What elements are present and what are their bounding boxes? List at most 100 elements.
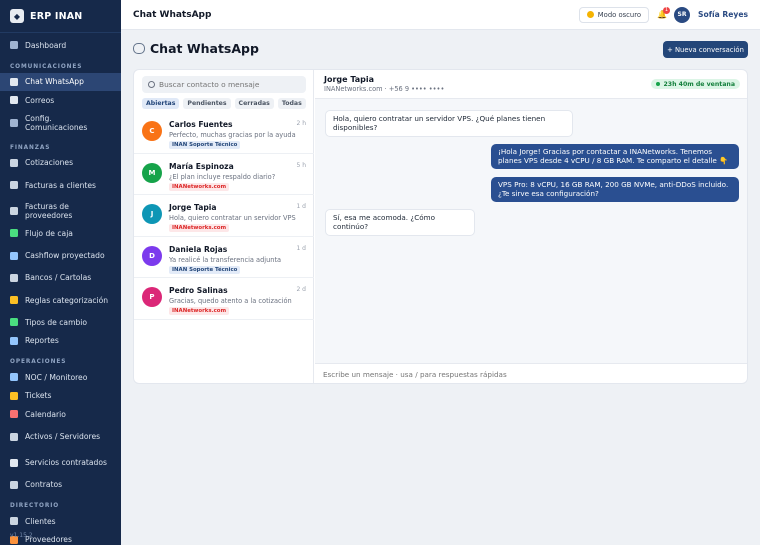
filter-chip-cerradas[interactable]: Cerradas	[234, 98, 274, 109]
sidebar-item-label: Reportes	[25, 336, 59, 346]
antenna-icon	[10, 373, 18, 382]
report-icon	[10, 336, 18, 345]
calendar-icon	[10, 410, 18, 419]
bell-icon[interactable]: 🔔 1	[657, 7, 671, 19]
incoming-message: Hola, quiero contratar un servidor VPS. …	[325, 110, 573, 138]
bank-icon	[10, 273, 18, 282]
page-title: Chat WhatsApp	[133, 41, 259, 56]
conversation-time: 1 d	[296, 244, 306, 252]
channel-tag: INANetworks.com	[169, 224, 230, 232]
channel-tag: INAN Soporte Técnico	[169, 265, 241, 274]
sidebar-item-noc-monitoreo[interactable]: NOC / Monitoreo	[0, 368, 121, 387]
sidebar-item-label: Bancos / Cartolas	[25, 273, 92, 283]
cloud-icon	[10, 458, 18, 467]
sidebar-item-facturas-a-clientes[interactable]: Facturas a clientes	[0, 172, 121, 198]
sidebar-item-label: Clientes	[25, 516, 56, 526]
sidebar-item-activos-servidores[interactable]: Activos / Servidores	[0, 424, 121, 450]
conversation-preview: Ya realicé la transferencia adjunta	[169, 255, 282, 264]
sidebar-item-dashboard[interactable]: Dashboard	[0, 36, 121, 55]
dark-mode-button[interactable]: Modo oscuro	[578, 6, 650, 23]
chat-icon	[10, 77, 18, 86]
conversation-item[interactable]: M María Espinoza 5 h ¿El plan incluye respa…	[134, 154, 314, 195]
channel-tag: INAN Soporte Técnico	[169, 141, 241, 149]
brand[interactable]: ◆ ERP INAN	[0, 0, 121, 33]
document-icon	[10, 158, 18, 167]
conversation-time: 1 d	[296, 203, 306, 210]
sidebar-item-label: Correos	[25, 95, 55, 105]
conversation-name: María Espinoza	[169, 161, 234, 171]
conversation-preview: Hola, quiero contratar un servidor VPS	[169, 214, 296, 222]
sidebar-item-chat-whatsapp[interactable]: Chat WhatsApp	[0, 72, 121, 91]
topbar: Chat WhatsApp Modo oscuro 🔔 1 SR Sofía R…	[121, 0, 760, 30]
sidebar-item-correos[interactable]: Correos	[0, 91, 121, 110]
sidebar-item-bancos-cartolas[interactable]: Bancos / Cartolas	[0, 269, 121, 288]
sidebar-item-clientes[interactable]: Clientes	[0, 512, 121, 531]
chart-icon	[10, 41, 18, 50]
avatar: P	[142, 287, 162, 307]
chat-header: Jorge Tapia INANetworks.com · +56 9 ••••…	[315, 70, 747, 99]
conversation-time: 5 h	[296, 161, 306, 169]
moon-icon	[586, 11, 594, 18]
sidebar-item-label: Dashboard	[25, 40, 67, 50]
sidebar-item-label: Facturas a clientes	[25, 180, 96, 190]
user-name[interactable]: Sofía Reyes	[698, 10, 748, 19]
filter-chip-pendientes[interactable]: Pendientes	[183, 98, 231, 109]
search-input[interactable]	[159, 80, 299, 89]
speech-bubble-icon	[133, 43, 145, 54]
sidebar-item-cotizaciones[interactable]: Cotizaciones	[0, 154, 121, 173]
sidebar-item-label: Tipos de cambio	[25, 317, 88, 327]
conversation-name: Jorge Tapia	[169, 203, 217, 212]
sidebar-item-tipos-de-cambio[interactable]: Tipos de cambio	[0, 313, 121, 332]
sidebar-item-label: Reglas categorización	[25, 295, 109, 305]
conversation-name: Pedro Salinas	[169, 286, 228, 295]
new-conversation-button[interactable]: + Nueva conversación	[663, 41, 748, 58]
gear-icon	[10, 118, 18, 127]
contact-subtitle: INANetworks.com · +56 9 •••• ••••	[324, 85, 445, 93]
conversation-item[interactable]: P Pedro Salinas 2 d Gracias, quedo atento a…	[134, 278, 314, 320]
sidebar-item-label: Cotizaciones	[25, 158, 74, 168]
avatar[interactable]: SR	[674, 6, 691, 23]
topbar-actions: Modo oscuro 🔔 1 SR Sofía Reyes	[578, 6, 748, 23]
channel-tag: INANetworks.com	[169, 182, 230, 191]
sidebar-item-facturas-de-proveedores[interactable]: Facturas de proveedores	[0, 198, 121, 224]
search-box[interactable]	[142, 76, 306, 93]
search-icon	[148, 81, 155, 88]
contact-name: Jorge Tapia	[324, 75, 375, 84]
sidebar-item-label: Activos / Servidores	[25, 432, 101, 441]
conversation-preview: Perfecto, muchas gracias por la ayuda	[169, 131, 296, 139]
sidebar-item-label: NOC / Monitoreo	[25, 372, 88, 382]
sidebar-item-tickets[interactable]: Tickets	[0, 387, 121, 406]
sidebar-item-reglas-categorizaci-n[interactable]: Reglas categorización	[0, 287, 121, 313]
outgoing-message: VPS Pro: 8 vCPU, 16 GB RAM, 200 GB NVMe,…	[491, 177, 739, 203]
avatar: D	[142, 245, 162, 266]
sidebar-item-servicios-contratados[interactable]: Servicios contratados	[0, 450, 121, 476]
sidebar-item-contratos[interactable]: Contratos	[0, 476, 121, 495]
conversation-item[interactable]: D Daniela Rojas 1 d Ya realicé la transfere…	[134, 237, 314, 278]
sidebar-item-cashflow-proyectado[interactable]: Cashflow proyectado	[0, 243, 121, 269]
filter-chip-todas[interactable]: Todas	[277, 98, 306, 109]
sidebar-item-reportes[interactable]: Reportes	[0, 332, 121, 351]
chat-card: AbiertasPendientesCerradasTodas C Carlos …	[133, 69, 748, 384]
tag-icon	[10, 296, 18, 304]
trend-icon	[10, 251, 18, 260]
conversation-item[interactable]: J Jorge Tapia 1 d Hola, quiero contratar un…	[134, 195, 314, 237]
conversation-item[interactable]: C Carlos Fuentes 2 h Perfecto, muchas graci…	[134, 112, 314, 154]
conversation-time: 2 h	[296, 120, 306, 127]
filter-chips: Abiertas Pendientes Cerradas Todas	[142, 98, 306, 109]
topbar-title: Chat WhatsApp	[133, 9, 212, 20]
contract-icon	[10, 480, 18, 489]
sidebar-nav: Dashboard COMUNICACIONES Chat WhatsApp Corr…	[0, 33, 121, 545]
outgoing-message: ¡Hola Jorge! Gracias por contactar a INA…	[491, 144, 739, 170]
sidebar-item-flujo-de-caja[interactable]: Flujo de caja	[0, 224, 121, 243]
sidebar-item-calendario[interactable]: Calendario	[0, 405, 121, 424]
sidebar-item-label: Contratos	[25, 480, 63, 490]
filter-chip-abiertas[interactable]: Abiertas	[142, 98, 180, 109]
sidebar-item-config-comunicaciones[interactable]: Config. Comunicaciones	[0, 110, 121, 136]
message-input[interactable]	[323, 370, 723, 379]
sidebar-item-label: Calendario	[25, 409, 66, 419]
sidebar-section-title: OPERACIONES	[10, 359, 67, 365]
avatar: M	[142, 162, 162, 183]
sidebar-item-label: Servicios contratados	[25, 458, 107, 467]
ticket-icon	[10, 391, 18, 400]
conversation-preview: Gracias, quedo atento a la cotización	[169, 297, 292, 305]
